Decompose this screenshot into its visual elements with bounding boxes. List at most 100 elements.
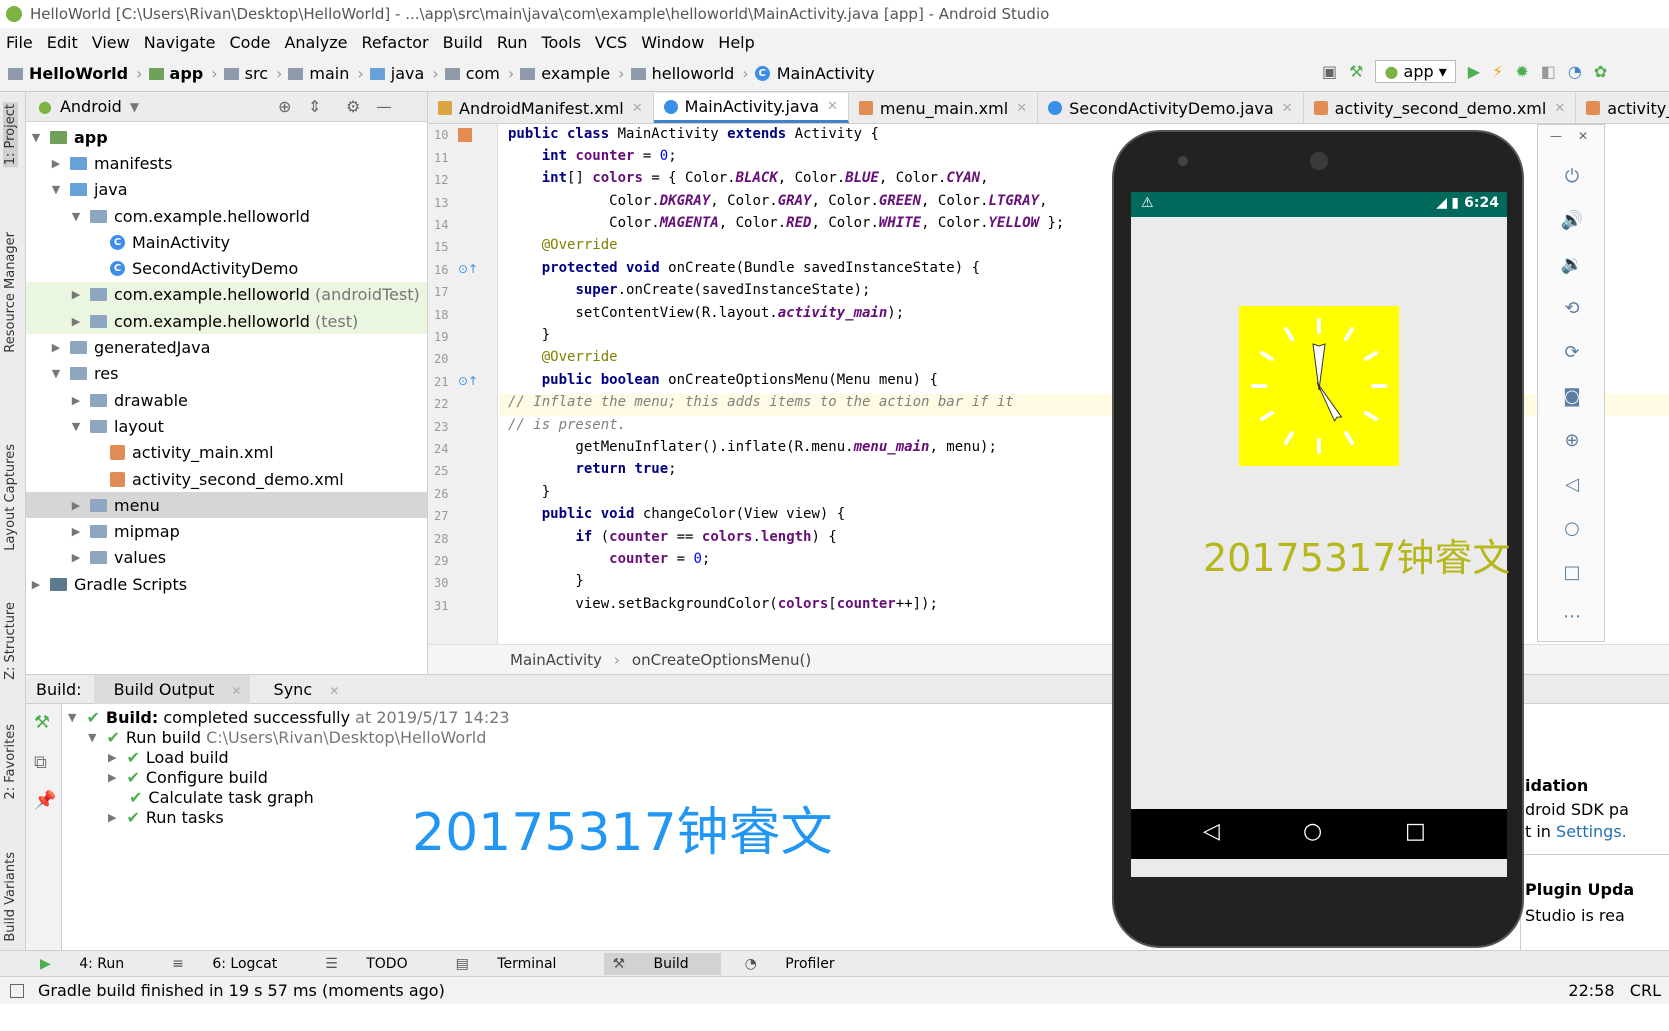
menu-tools[interactable]: Tools bbox=[542, 33, 581, 52]
tab-activity-main[interactable]: activity_main.xml bbox=[1576, 93, 1669, 123]
menu-window[interactable]: Window bbox=[641, 33, 704, 52]
build-step-row[interactable]: ✔ Calculate task graph bbox=[129, 788, 314, 807]
power-icon[interactable]: ⏻ bbox=[1560, 165, 1584, 189]
run-tool-button[interactable]: ▶ 4: Run bbox=[40, 956, 148, 972]
chevron-down-icon[interactable]: ▼ bbox=[130, 100, 139, 114]
tree-item-mainactivity[interactable]: C MainActivity bbox=[26, 229, 427, 255]
build-step-row[interactable]: ▶ ✔ Load build bbox=[108, 748, 229, 767]
tree-item-drawable[interactable]: ▶ drawable bbox=[26, 387, 427, 413]
rotate-right-icon[interactable]: ⟳ bbox=[1560, 341, 1584, 365]
build-variants-tool-button[interactable]: Build Variants bbox=[3, 852, 18, 942]
structure-tool-button[interactable]: Z: Structure bbox=[3, 602, 18, 680]
sync-icon[interactable]: ✿ bbox=[1594, 62, 1607, 81]
tree-item-generatedjava[interactable]: ▶ generatedJava bbox=[26, 334, 427, 360]
tree-item-mipmap[interactable]: ▶ mipmap bbox=[26, 518, 427, 544]
build-step-row[interactable]: ▶ ✔ Run tasks bbox=[108, 808, 224, 827]
override-icon[interactable]: ⊙↑ bbox=[458, 262, 478, 276]
breadcrumb[interactable]: HelloWorld › bbox=[8, 64, 143, 83]
close-icon[interactable]: ✕ bbox=[1554, 101, 1565, 116]
camera-icon[interactable]: ◙ bbox=[1560, 385, 1584, 409]
profiler-icon[interactable]: ◔ bbox=[1568, 62, 1582, 81]
breadcrumb[interactable]: helloworld › bbox=[630, 64, 749, 83]
apply-changes-icon[interactable]: ⚡ bbox=[1492, 62, 1503, 81]
breadcrumb[interactable]: example › bbox=[520, 64, 625, 83]
tree-item-layout[interactable]: ▼ layout bbox=[26, 413, 427, 439]
toggle-panels-icon[interactable] bbox=[10, 983, 24, 998]
settings-link[interactable]: Settings. bbox=[1556, 822, 1627, 841]
menu-run[interactable]: Run bbox=[497, 33, 528, 52]
tab-build-output[interactable]: Build Output ✕ bbox=[93, 674, 250, 704]
home-icon[interactable]: ○ bbox=[1303, 819, 1322, 844]
close-icon[interactable]: ✕ bbox=[329, 684, 339, 698]
tab-mainactivity[interactable]: MainActivity.java ✕ bbox=[653, 93, 849, 123]
tab-secondactivitydemo[interactable]: SecondActivityDemo.java ✕ bbox=[1038, 93, 1304, 123]
tab-activity-second-demo[interactable]: activity_second_demo.xml ✕ bbox=[1304, 93, 1577, 123]
menu-refactor[interactable]: Refactor bbox=[362, 33, 429, 52]
overview-icon[interactable]: □ bbox=[1560, 561, 1584, 585]
tree-item-manifests[interactable]: ▶ manifests bbox=[26, 150, 427, 176]
locate-icon[interactable]: ⊕ bbox=[278, 97, 291, 116]
xml-layout-icon[interactable] bbox=[458, 128, 472, 142]
minimize-icon[interactable]: — bbox=[376, 97, 392, 116]
zoom-icon[interactable]: ⊕ bbox=[1560, 429, 1584, 453]
terminal-tool-button[interactable]: ▤ Terminal bbox=[456, 956, 581, 972]
menu-view[interactable]: View bbox=[92, 33, 130, 52]
tree-item-package-androidtest[interactable]: ▶ com.example.helloworld (androidTest) bbox=[26, 281, 427, 309]
collapse-all-icon[interactable]: ⇕ bbox=[308, 97, 321, 116]
more-icon[interactable]: ⋯ bbox=[1560, 605, 1584, 629]
pin-icon[interactable]: 📌 bbox=[34, 790, 56, 811]
run-config-select[interactable]: ● app ▾ bbox=[1375, 60, 1456, 83]
menu-code[interactable]: Code bbox=[230, 33, 271, 52]
volume-down-icon[interactable]: 🔉 bbox=[1560, 253, 1584, 277]
back-icon[interactable]: ◁ bbox=[1203, 819, 1220, 844]
debug-icon[interactable]: ✹ bbox=[1515, 62, 1528, 81]
logcat-tool-button[interactable]: ≡ 6: Logcat bbox=[172, 956, 301, 972]
tree-item-secondactivitydemo[interactable]: C SecondActivityDemo bbox=[26, 255, 427, 281]
tree-item-activity-main[interactable]: activity_main.xml bbox=[26, 440, 427, 466]
rotate-left-icon[interactable]: ⟲ bbox=[1560, 297, 1584, 321]
tree-item-package[interactable]: ▼ com.example.helloworld bbox=[26, 203, 427, 229]
breadcrumb-method[interactable]: onCreateOptionsMenu() bbox=[632, 651, 811, 669]
menu-build[interactable]: Build bbox=[443, 33, 483, 52]
tree-item-app[interactable]: ▼ app bbox=[26, 124, 427, 150]
menu-analyze[interactable]: Analyze bbox=[284, 33, 347, 52]
gear-icon[interactable]: ⚙ bbox=[346, 97, 360, 116]
tab-menu-main[interactable]: menu_main.xml ✕ bbox=[849, 93, 1039, 123]
layout-captures-tool-button[interactable]: Layout Captures bbox=[3, 444, 18, 551]
tree-item-gradle-scripts[interactable]: ▶ Gradle Scripts bbox=[26, 571, 427, 597]
line-separator[interactable]: CRL bbox=[1630, 981, 1661, 1000]
menu-vcs[interactable]: VCS bbox=[595, 33, 627, 52]
toggle-view-icon[interactable]: ⧉ bbox=[34, 752, 47, 773]
breadcrumb[interactable]: main › bbox=[288, 64, 364, 83]
status-message[interactable]: Gradle build finished in 19 s 57 ms (mom… bbox=[38, 981, 445, 1000]
breadcrumb[interactable]: com › bbox=[444, 64, 514, 83]
tree-item-res[interactable]: ▼ res bbox=[26, 361, 427, 387]
breadcrumb[interactable]: src › bbox=[223, 64, 282, 83]
run-icon[interactable]: ▶ bbox=[1468, 62, 1480, 81]
breadcrumb-class[interactable]: MainActivity bbox=[510, 651, 602, 669]
build-step-row[interactable]: ▶ ✔ Configure build bbox=[108, 768, 268, 787]
tree-item-values[interactable]: ▶ values bbox=[26, 545, 427, 571]
back-icon[interactable]: ◁ bbox=[1560, 473, 1584, 497]
home-icon[interactable]: ○ bbox=[1560, 517, 1584, 541]
breadcrumb[interactable]: java › bbox=[369, 64, 439, 83]
volume-up-icon[interactable]: 🔊 bbox=[1560, 209, 1584, 233]
attach-icon[interactable]: ◧ bbox=[1541, 62, 1556, 81]
menu-navigate[interactable]: Navigate bbox=[144, 33, 216, 52]
menu-file[interactable]: File bbox=[6, 33, 33, 52]
emulator-screen[interactable]: ⚠ ◢ ▮ 6:24 20175317钟睿文 ◁ ○ □ bbox=[1131, 192, 1510, 877]
breadcrumb[interactable]: app › bbox=[148, 64, 218, 83]
analog-clock-widget[interactable] bbox=[1239, 306, 1399, 466]
close-icon[interactable]: ✕ bbox=[1282, 101, 1293, 116]
close-icon[interactable]: ✕ bbox=[1016, 101, 1027, 116]
profiler-tool-button[interactable]: ◔ Profiler bbox=[745, 956, 859, 972]
minimize-icon[interactable]: — bbox=[1550, 129, 1562, 143]
resource-manager-tool-button[interactable]: Resource Manager bbox=[3, 232, 18, 353]
favorites-tool-button[interactable]: 2: Favorites bbox=[3, 724, 18, 800]
cursor-position[interactable]: 22:58 bbox=[1568, 981, 1614, 1000]
close-icon[interactable]: ✕ bbox=[827, 99, 838, 114]
close-icon[interactable]: ✕ bbox=[231, 684, 241, 698]
tree-item-java[interactable]: ▼ java bbox=[26, 177, 427, 203]
layout-icon[interactable]: ▣ bbox=[1322, 62, 1337, 81]
project-tool-button[interactable]: 1: Project bbox=[3, 102, 18, 168]
